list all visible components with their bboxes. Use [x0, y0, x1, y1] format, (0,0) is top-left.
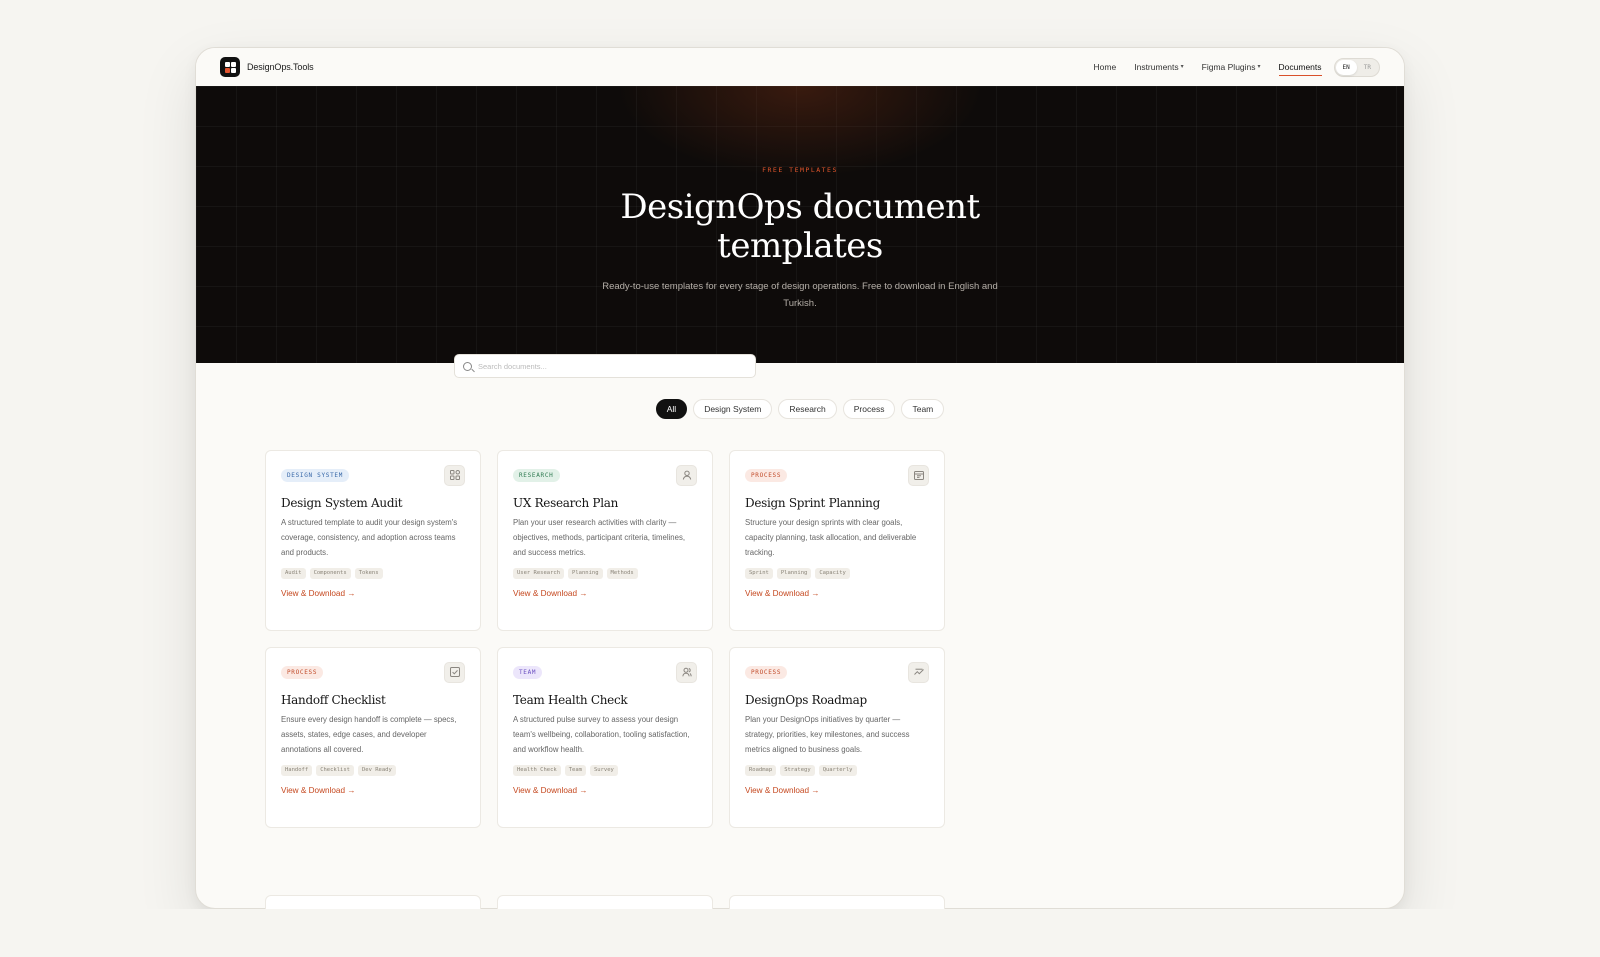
card-tags: Audit Components Tokens	[281, 568, 465, 579]
category-badge: PROCESS	[745, 468, 788, 482]
filter-design-system[interactable]: Design System	[693, 399, 773, 419]
hero-eyebrow: FREE TEMPLATES	[762, 166, 838, 174]
tag: Quarterly	[818, 765, 857, 776]
tag: Handoff	[281, 765, 313, 776]
brand[interactable]: DesignOps.Tools	[220, 57, 314, 77]
lang-tr-button[interactable]: TR	[1357, 60, 1378, 75]
page-title: DesignOps document templates	[620, 187, 980, 266]
page-bottom-mask	[0, 909, 1600, 957]
card-tags: User Research Planning Methods	[513, 568, 697, 579]
trend-icon	[908, 661, 929, 683]
team-icon	[676, 661, 697, 683]
card-description: A structured pulse survey to assess your…	[513, 715, 690, 754]
calendar-icon	[908, 464, 929, 486]
document-card[interactable]: RESEARCH UX Research Plan Plan your user…	[497, 450, 713, 631]
top-nav: DesignOps.Tools Home Instruments ▾ Figma …	[196, 48, 1404, 86]
tag: Planning	[568, 568, 603, 579]
card-description: Plan your user research activities with …	[513, 518, 686, 557]
tag: Roadmap	[745, 765, 777, 776]
category-badge: DESIGN SYSTEM	[281, 468, 350, 482]
nav-instruments[interactable]: Instruments ▾	[1134, 62, 1183, 72]
view-download-link[interactable]: View & Download →	[513, 786, 697, 795]
nav-figma-plugins[interactable]: Figma Plugins ▾	[1202, 62, 1261, 72]
document-card[interactable]: DESIGN SYSTEM Design System Audit A stru…	[265, 450, 481, 631]
card-title: UX Research Plan	[513, 496, 619, 510]
brand-name: DesignOps.Tools	[247, 62, 314, 72]
view-download-link[interactable]: View & Download →	[281, 786, 465, 795]
card-title: Handoff Checklist	[281, 693, 386, 707]
hero: FREE TEMPLATES DesignOps document templa…	[196, 86, 1404, 363]
tag: Sprint	[745, 568, 773, 579]
nav-home-label: Home	[1093, 62, 1117, 72]
document-card[interactable]: TEAM Team Health Check A structured puls…	[497, 647, 713, 828]
category-badge: TEAM	[513, 665, 543, 679]
logo-icon	[220, 57, 240, 77]
view-download-link[interactable]: View & Download →	[745, 786, 929, 795]
document-card[interactable]: PROCESS DesignOps Roadmap Plan your Desi…	[729, 647, 945, 828]
card-tags: Sprint Planning Capacity	[745, 568, 929, 579]
chevron-down-icon: ▾	[1257, 63, 1261, 70]
nav-documents-label: Documents	[1278, 62, 1322, 72]
nav-figma-plugins-label: Figma Plugins	[1201, 62, 1256, 72]
tag: Capacity	[815, 568, 850, 579]
document-grid: DESIGN SYSTEM Design System Audit A stru…	[265, 450, 945, 828]
components-icon	[444, 464, 465, 486]
document-card[interactable]: PROCESS Handoff Checklist Ensure every d…	[265, 647, 481, 828]
tag: Dev Ready	[358, 765, 396, 776]
tag: Health Check	[513, 765, 561, 776]
card-description: Plan your DesignOps initiatives by quart…	[745, 715, 910, 754]
category-badge: RESEARCH	[513, 468, 560, 482]
card-tags: Roadmap Strategy Quarterly	[745, 765, 929, 776]
search-input[interactable]	[478, 361, 738, 371]
checkbox-icon	[444, 661, 465, 683]
language-switcher: EN TR	[1333, 57, 1380, 77]
filter-team[interactable]: Team	[901, 399, 945, 419]
view-download-link[interactable]: View & Download →	[745, 589, 929, 598]
filter-all[interactable]: All	[655, 399, 688, 419]
filter-research[interactable]: Research	[778, 399, 837, 419]
card-tags: Handoff Checklist Dev Ready	[281, 765, 465, 776]
tag: Strategy	[780, 765, 815, 776]
tag: Audit	[281, 568, 306, 579]
tag: Tokens	[354, 568, 383, 579]
nav-documents[interactable]: Documents	[1278, 62, 1322, 76]
category-badge: PROCESS	[745, 665, 788, 679]
user-icon	[676, 464, 697, 486]
view-download-link[interactable]: View & Download →	[513, 589, 697, 598]
tag: Planning	[776, 568, 812, 579]
chevron-down-icon: ▾	[1180, 63, 1184, 70]
tag: Checklist	[316, 765, 354, 776]
nav-home[interactable]: Home	[1094, 62, 1117, 72]
card-description: Ensure every design handoff is complete …	[281, 715, 457, 754]
card-tags: Health Check Team Survey	[513, 765, 697, 776]
tag: Team	[564, 765, 586, 776]
document-card[interactable]: PROCESS Design Sprint Planning Structure…	[729, 450, 945, 631]
search-icon	[463, 361, 472, 371]
nav-instruments-label: Instruments	[1134, 62, 1179, 72]
filter-process[interactable]: Process	[842, 399, 896, 419]
tag: Survey	[590, 765, 618, 776]
category-badge: PROCESS	[281, 665, 324, 679]
filter-chips: All Design System Research Process Team	[0, 399, 1600, 419]
lang-en-button[interactable]: EN	[1335, 59, 1357, 75]
search-bar	[454, 354, 756, 378]
tag: User Research	[513, 568, 565, 579]
nav-links: Home Instruments ▾ Figma Plugins ▾ Documen…	[1094, 57, 1380, 77]
card-title: DesignOps Roadmap	[745, 693, 867, 707]
tag: Methods	[606, 568, 638, 579]
card-description: Structure your design sprints with clear…	[745, 518, 917, 557]
card-title: Team Health Check	[513, 693, 628, 707]
tag: Components	[309, 568, 351, 579]
view-download-link[interactable]: View & Download →	[281, 589, 465, 598]
hero-subtitle: Ready-to-use templates for every stage o…	[602, 281, 998, 309]
card-description: A structured template to audit your desi…	[281, 518, 458, 557]
card-title: Design Sprint Planning	[745, 496, 880, 510]
card-title: Design System Audit	[281, 496, 403, 510]
